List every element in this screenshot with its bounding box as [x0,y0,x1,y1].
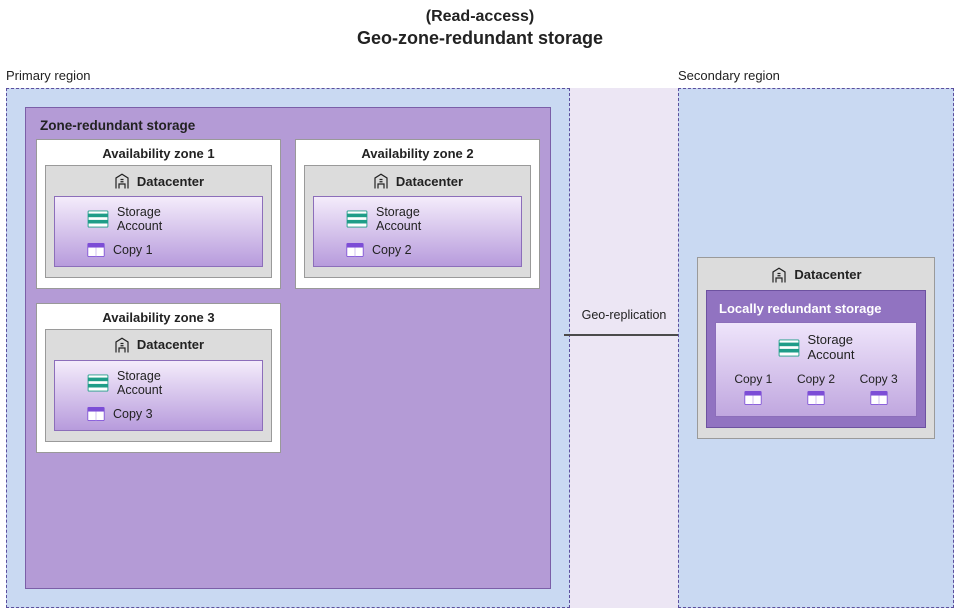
zrs-title: Zone-redundant storage [40,118,540,133]
az3-copy-label: Copy 3 [113,407,153,421]
storage-account-icon [346,210,368,228]
copy-icon [346,242,364,258]
availability-zone-1: Availability zone 1 Datacenter Storage A… [36,139,281,289]
az2-storage-account-card: Storage Account Copy 2 [313,196,522,267]
az3-dc-header: Datacenter [54,336,263,354]
lrs-copy-2: Copy 2 [797,372,835,406]
lrs-copy3-label: Copy 3 [860,372,898,386]
lrs-copy2-label: Copy 2 [797,372,835,386]
datacenter-icon [113,172,131,190]
title-main: Geo-zone-redundant storage [0,28,960,49]
lrs-storage-card: Storage Account Copy 1 Copy 2 [715,322,917,418]
az3-copy-row: Copy 3 [65,406,252,422]
az2-dc-header: Datacenter [313,172,522,190]
storage-account-icon [778,339,800,357]
availability-zone-2: Availability zone 2 Datacenter Storage A… [295,139,540,289]
datacenter-icon [372,172,390,190]
lrs-copy-3: Copy 3 [860,372,898,406]
lrs-container: Locally redundant storage Storage Accoun… [706,290,926,429]
az1-dc-header: Datacenter [54,172,263,190]
copy-icon [870,390,888,406]
az1-sa-row: Storage Account [65,205,252,234]
az1-sa-label: Storage Account [117,205,162,234]
az1-storage-account-card: Storage Account Copy 1 [54,196,263,267]
primary-region-label: Primary region [6,68,91,83]
datacenter-icon [113,336,131,354]
copy-icon [807,390,825,406]
lrs-sa-label: Storage Account [808,333,855,363]
az1-title: Availability zone 1 [45,146,272,161]
az2-datacenter: Datacenter Storage Account Copy 2 [304,165,531,278]
secondary-datacenter-wrap: Datacenter Locally redundant storage Sto… [697,257,935,440]
az3-sa-label: Storage Account [117,369,162,398]
az2-copy-row: Copy 2 [324,242,511,258]
copy-icon [744,390,762,406]
az1-datacenter: Datacenter Storage Account Copy 1 [45,165,272,278]
az3-datacenter: Datacenter Storage Account Copy 3 [45,329,272,442]
az2-title: Availability zone 2 [304,146,531,161]
storage-account-icon [87,210,109,228]
diagram-title-group: (Read-access) Geo-zone-redundant storage [0,0,960,53]
copy-icon [87,242,105,258]
lrs-copy-1: Copy 1 [734,372,772,406]
secondary-region-label: Secondary region [678,68,780,83]
diagram-body: Zone-redundant storage Availability zone… [6,88,954,608]
lrs-title: Locally redundant storage [719,301,915,316]
primary-region-box: Zone-redundant storage Availability zone… [6,88,570,608]
availability-zones-grid: Availability zone 1 Datacenter Storage A… [36,139,540,453]
copy-icon [87,406,105,422]
az3-title: Availability zone 3 [45,310,272,325]
az1-copy-label: Copy 1 [113,243,153,257]
geo-replication-arrow-line [564,334,684,336]
secondary-dc-header: Datacenter [706,266,926,284]
az2-copy-label: Copy 2 [372,243,412,257]
lrs-sa-row: Storage Account [724,333,908,363]
lrs-copy1-label: Copy 1 [734,372,772,386]
geo-replication-label: Geo-replication [570,308,678,322]
datacenter-icon [770,266,788,284]
az3-sa-row: Storage Account [65,369,252,398]
lrs-copies-row: Copy 1 Copy 2 Copy 3 [724,372,908,406]
az2-dc-label: Datacenter [396,174,463,189]
secondary-datacenter: Datacenter Locally redundant storage Sto… [697,257,935,440]
availability-zone-3: Availability zone 3 Datacenter Storage A… [36,303,281,453]
az2-sa-row: Storage Account [324,205,511,234]
az3-dc-label: Datacenter [137,337,204,352]
zrs-container: Zone-redundant storage Availability zone… [25,107,551,589]
az1-dc-label: Datacenter [137,174,204,189]
secondary-dc-label: Datacenter [794,267,861,282]
title-prefix: (Read-access) [0,8,960,26]
az1-copy-row: Copy 1 [65,242,252,258]
az3-storage-account-card: Storage Account Copy 3 [54,360,263,431]
az2-sa-label: Storage Account [376,205,421,234]
geo-replication-gap: Geo-replication [570,88,678,608]
storage-account-icon [87,374,109,392]
secondary-region-box: Datacenter Locally redundant storage Sto… [678,88,954,608]
